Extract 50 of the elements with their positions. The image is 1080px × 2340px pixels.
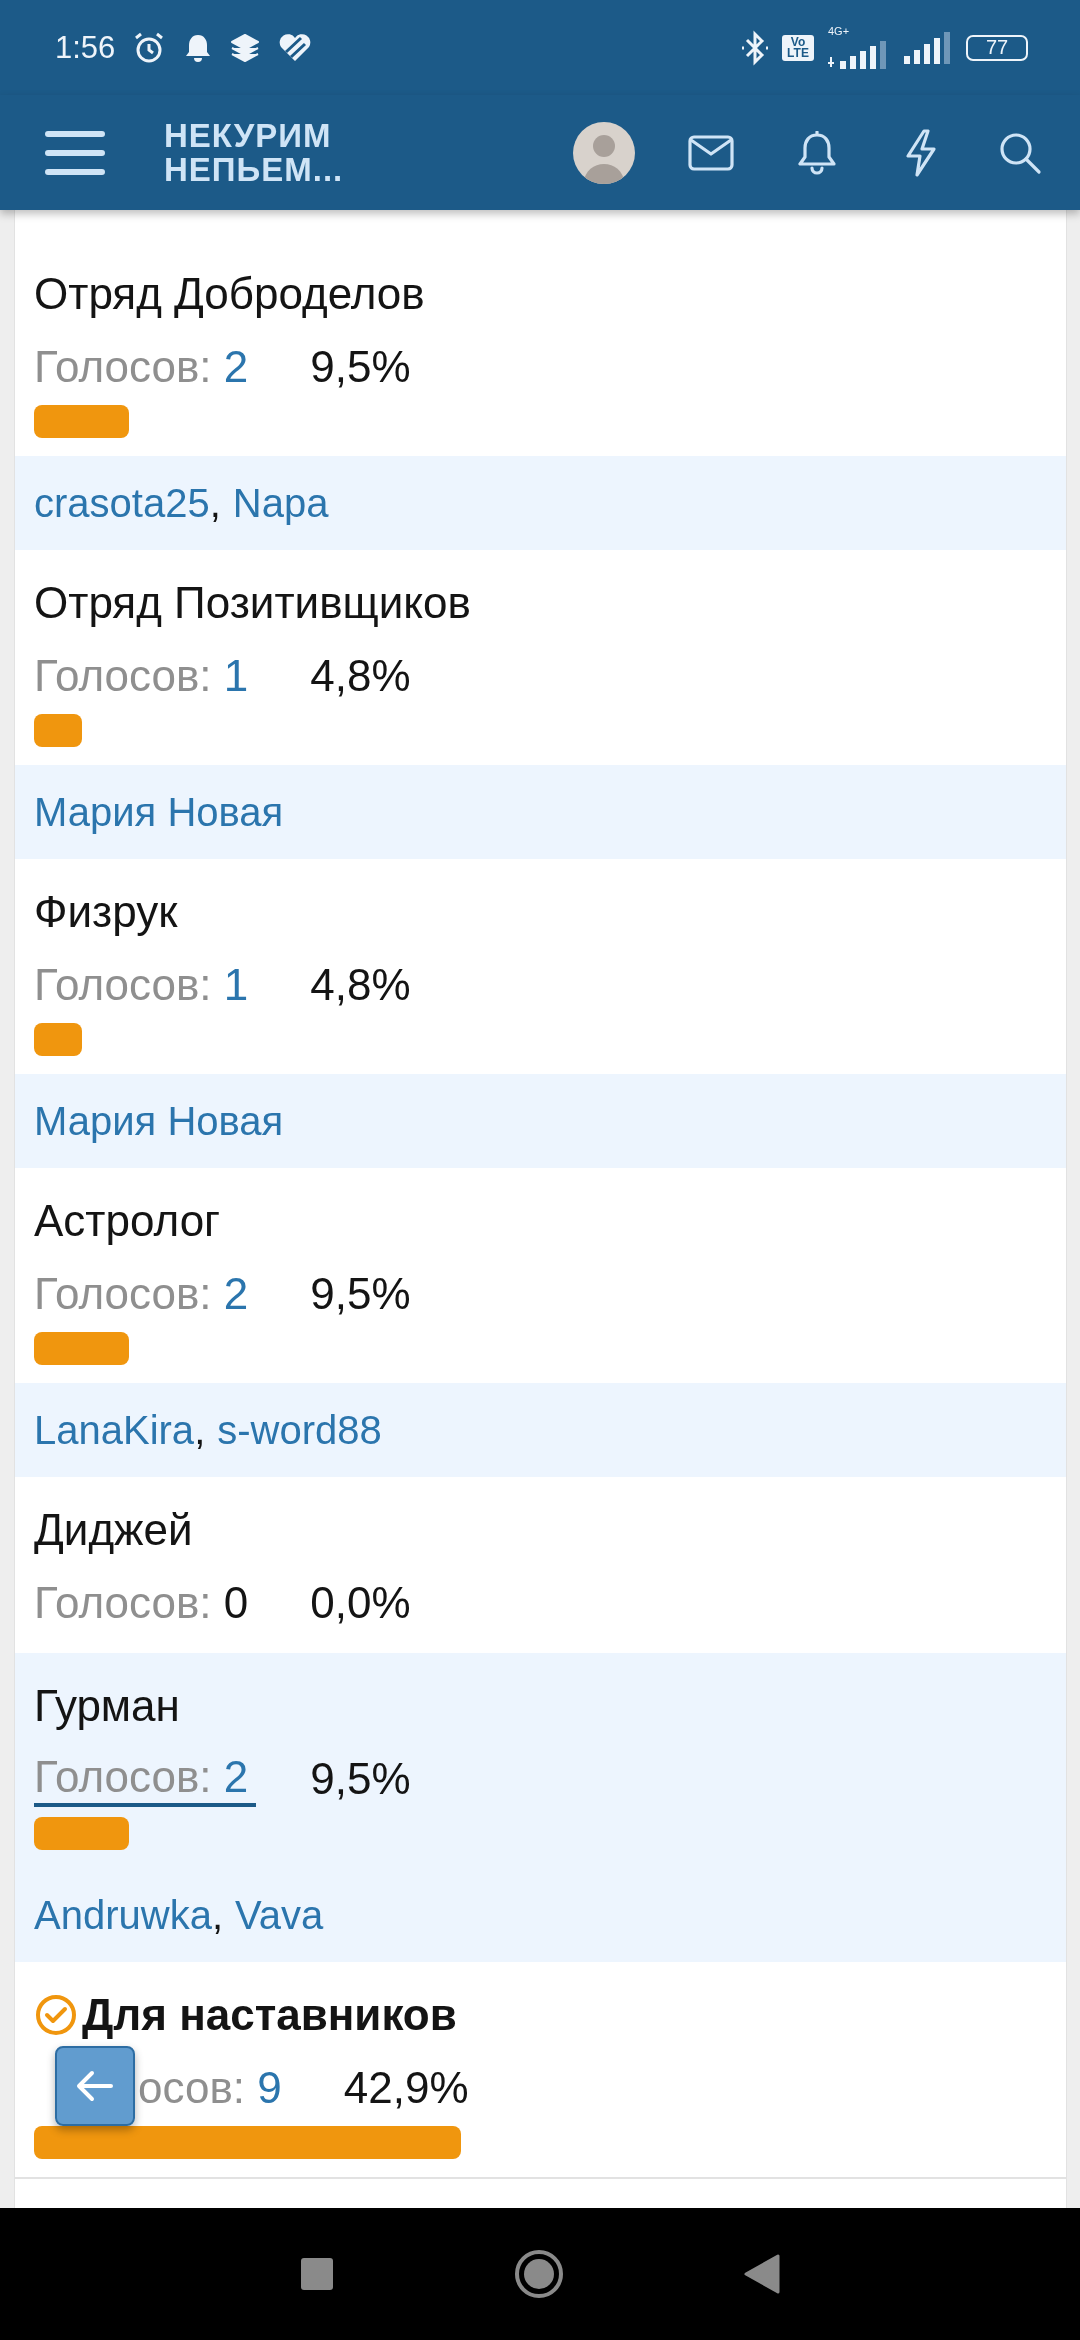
votes-link[interactable]: Голосов: 1 [34, 646, 257, 706]
user-link[interactable]: Andruwka [34, 1892, 212, 1938]
user-link[interactable]: Vava [235, 1892, 324, 1938]
bluetooth-icon [740, 29, 770, 66]
arrow-left-icon [75, 2069, 115, 2103]
option-title: Отряд Позитивщиков [34, 577, 472, 629]
menu-button[interactable] [45, 129, 105, 176]
option-title: Гурман [34, 1680, 181, 1732]
battery-icon: 77 [966, 34, 1028, 61]
layers-icon [229, 32, 262, 63]
vote-percent: 9,5% [310, 341, 411, 393]
votes-link[interactable]: Голосов: 2 [34, 1751, 257, 1807]
recents-button[interactable] [300, 2257, 334, 2291]
option-title: Для наставников [82, 1989, 457, 2041]
votes-link[interactable]: Голосов: 2 [34, 337, 257, 397]
option-title: Отряд Доброделов [34, 268, 426, 320]
user-link[interactable]: Napa [232, 480, 329, 526]
user-link[interactable]: Мария Новая [34, 1098, 284, 1144]
site-logo[interactable]: НЕКУРИМ НЕПЬЕМ... [164, 118, 344, 187]
user-link[interactable]: crasota25 [34, 480, 210, 526]
vote-count: Голосов: 0 [34, 1577, 250, 1629]
votes-link[interactable]: осов: 9 [138, 2058, 290, 2118]
user-link[interactable]: LanaKira [34, 1407, 195, 1453]
home-button[interactable] [514, 2249, 564, 2299]
mail-icon[interactable] [688, 134, 734, 171]
search-icon[interactable] [998, 130, 1042, 175]
comma: , [211, 1892, 223, 1938]
bell-icon[interactable] [796, 130, 838, 175]
vote-percent: 9,5% [310, 1268, 411, 1320]
vote-percent: 0,0% [310, 1577, 411, 1629]
vote-bar [34, 714, 82, 747]
comma: , [194, 1407, 206, 1453]
comma: , [209, 480, 221, 526]
votes-link[interactable]: Голосов: 1 [34, 955, 257, 1015]
vote-bar [34, 1023, 82, 1056]
vote-percent: 42,9% [343, 2062, 469, 2114]
option-title: Физрук [34, 886, 179, 938]
back-nav-button[interactable] [744, 2254, 780, 2294]
option-title: Диджей [34, 1504, 194, 1556]
votes-link[interactable]: Голосов: 2 [34, 1264, 257, 1324]
lightning-icon[interactable] [904, 128, 938, 177]
vote-percent: 4,8% [310, 959, 411, 1011]
volte-badge: Vo LTE [782, 34, 814, 61]
option-title: Астролог [34, 1195, 222, 1247]
vote-percent: 9,5% [310, 1753, 411, 1805]
user-link[interactable]: Мария Новая [34, 789, 284, 835]
clock-time: 1:56 [55, 29, 116, 66]
vote-percent: 4,8% [310, 650, 411, 702]
user-link[interactable]: s-word88 [217, 1407, 382, 1453]
back-button[interactable] [55, 2046, 135, 2126]
